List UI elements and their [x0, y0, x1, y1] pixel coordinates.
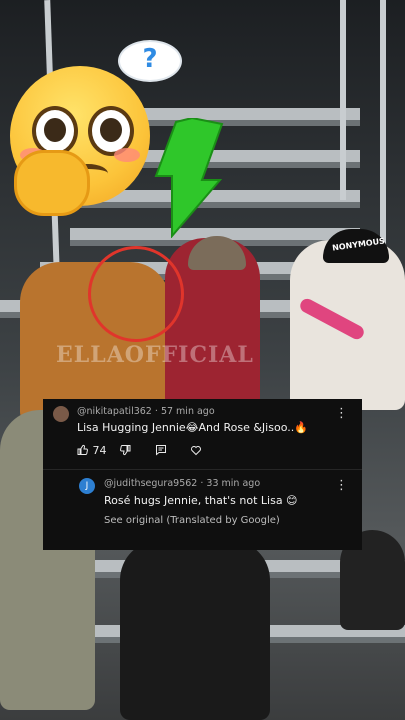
- blush-right: [114, 148, 140, 162]
- comment-username[interactable]: @nikitapatil362: [77, 406, 152, 417]
- heart-button[interactable]: [190, 444, 202, 459]
- comment-card: @nikitapatil362 · 57 min ago ⋮ Lisa Hugg…: [43, 399, 362, 550]
- reply-icon: [156, 445, 166, 456]
- comment-text: Rosé hugs Jennie, that's not Lisa 😊: [104, 494, 298, 507]
- thumbs-down-icon: [120, 445, 131, 456]
- comment-time: 57 min ago: [160, 406, 215, 417]
- comment-1: @nikitapatil362 · 57 min ago ⋮ Lisa Hugg…: [43, 399, 362, 469]
- comment-2: J @judithsegura9562 · 33 min ago ⋮ Rosé …: [43, 469, 362, 550]
- more-options-icon[interactable]: ⋮: [335, 406, 348, 421]
- comment-time: 33 min ago: [206, 478, 261, 489]
- avatar[interactable]: J: [79, 478, 95, 494]
- like-count: 74: [92, 444, 107, 457]
- railing: [340, 0, 346, 200]
- comment-meta: @judithsegura9562 · 33 min ago: [104, 478, 261, 489]
- down-arrow-icon: [154, 118, 224, 238]
- comment-username[interactable]: @judithsegura9562: [104, 478, 197, 489]
- heart-icon: [191, 446, 201, 456]
- see-original-link[interactable]: See original (Translated by Google): [104, 515, 280, 526]
- reply-button[interactable]: [155, 444, 167, 459]
- comment-text: Lisa Hugging Jennie😂And Rose &Jisoo..🔥: [77, 421, 308, 434]
- person-black-pants: [120, 540, 270, 720]
- comment-meta: @nikitapatil362 · 57 min ago: [77, 406, 215, 417]
- thought-bubble: ?: [120, 42, 180, 80]
- more-options-icon[interactable]: ⋮: [335, 478, 348, 493]
- question-mark-icon: ?: [142, 44, 158, 74]
- thumbs-up-icon: [77, 444, 88, 455]
- dislike-button[interactable]: [119, 444, 131, 459]
- watermark: ELLAOFFICIAL: [56, 342, 254, 368]
- red-circle-highlight: [88, 246, 184, 342]
- pointing-hand-icon: [14, 150, 90, 216]
- avatar[interactable]: [53, 406, 69, 422]
- like-button[interactable]: 74: [77, 444, 107, 457]
